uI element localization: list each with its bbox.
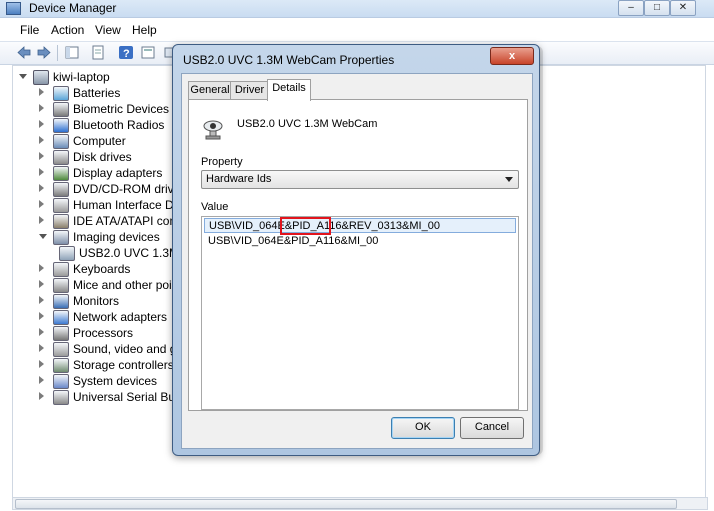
biometric-icon [53, 102, 69, 117]
dialog-close-button[interactable]: x [490, 47, 534, 65]
dialog-body: General Driver Details USB2.0 UVC 1.3M W… [181, 73, 533, 449]
details-panel: USB2.0 UVC 1.3M WebCam Property Hardware… [188, 99, 528, 411]
dvd-drive-icon [53, 182, 69, 197]
tree-item-label: Keyboards [73, 262, 131, 276]
battery-icon [53, 86, 69, 101]
tree-root-label: kiwi-laptop [53, 70, 110, 84]
display-adapter-icon [53, 166, 69, 181]
expand-arrow-icon[interactable] [39, 392, 44, 400]
camera-icon [53, 230, 69, 245]
ok-button[interactable]: OK [391, 417, 455, 439]
svg-text:?: ? [123, 48, 130, 60]
usb-icon [53, 390, 69, 405]
property-dropdown[interactable]: Hardware Ids [201, 170, 519, 189]
expand-arrow-icon[interactable] [39, 344, 44, 352]
horizontal-scrollbar[interactable] [12, 497, 708, 510]
bluetooth-icon [53, 118, 69, 133]
expand-arrow-icon[interactable] [39, 328, 44, 336]
expand-arrow-icon[interactable] [39, 296, 44, 304]
tab-general[interactable]: General [188, 81, 232, 100]
expand-arrow-icon[interactable] [39, 168, 44, 176]
collapse-arrow-icon[interactable] [39, 234, 47, 239]
back-arrow-icon[interactable] [16, 45, 32, 60]
expand-arrow-icon[interactable] [39, 280, 44, 288]
tab-driver[interactable]: Driver [230, 81, 269, 100]
tree-item-label: DVD/CD-ROM drives [73, 182, 187, 196]
expand-arrow-icon[interactable] [39, 184, 44, 192]
window-title: Device Manager [29, 1, 117, 15]
tree-item-label: Computer [73, 134, 126, 148]
properties-dialog: USB2.0 UVC 1.3M WebCam Properties x Gene… [172, 44, 540, 456]
tree-item-label: Processors [73, 326, 134, 340]
value-row-text: USB\VID_064E&PID_A116&MI_00 [208, 235, 379, 247]
expand-arrow-icon[interactable] [39, 376, 44, 384]
tree-item-label: Display adapters [73, 166, 163, 180]
menu-action[interactable]: Action [51, 23, 84, 37]
storage-icon [53, 358, 69, 373]
forward-arrow-icon[interactable] [36, 45, 52, 60]
tree-item-label: Imaging devices [73, 230, 160, 244]
device-name: USB2.0 UVC 1.3M WebCam [237, 118, 378, 130]
sound-icon [53, 342, 69, 357]
expand-arrow-icon[interactable] [39, 120, 44, 128]
menu-bar: File Action View Help [0, 20, 714, 40]
menu-help[interactable]: Help [132, 23, 157, 37]
network-icon [53, 310, 69, 325]
tab-details[interactable]: Details [267, 79, 311, 101]
expand-arrow-icon[interactable] [39, 152, 44, 160]
keyboard-icon [53, 262, 69, 277]
expand-arrow-icon[interactable] [39, 360, 44, 368]
scrollbar-thumb[interactable] [15, 499, 677, 509]
tree-item-label: Monitors [73, 294, 120, 308]
value-row[interactable]: USB\VID_064E&PID_A116&REV_0313&MI_00 [204, 217, 516, 235]
chevron-down-icon [505, 177, 513, 182]
device-manager-icon [6, 2, 21, 15]
collapse-arrow-icon[interactable] [19, 74, 27, 79]
hid-icon [53, 198, 69, 213]
maximize-button[interactable]: □ [644, 0, 670, 16]
tree-item-label: Bluetooth Radios [73, 118, 165, 132]
expand-arrow-icon[interactable] [39, 264, 44, 272]
system-device-icon [53, 374, 69, 389]
tree-item-label: System devices [73, 374, 158, 388]
help-icon[interactable]: ? [118, 45, 134, 60]
window-close-button[interactable]: ✕ [670, 0, 696, 16]
expand-arrow-icon[interactable] [39, 216, 44, 224]
webcam-icon [59, 246, 75, 261]
expand-arrow-icon[interactable] [39, 88, 44, 96]
property-dropdown-value: Hardware Ids [206, 173, 272, 185]
tree-item-label: Network adapters [73, 310, 168, 324]
tree-item-label: Storage controllers [73, 358, 174, 372]
monitor-icon [53, 294, 69, 309]
expand-arrow-icon[interactable] [39, 200, 44, 208]
tree-item-label: Biometric Devices [73, 102, 170, 116]
tree-item-label: Batteries [73, 86, 121, 100]
disk-drive-icon [53, 150, 69, 165]
menu-view[interactable]: View [95, 23, 121, 37]
value-row[interactable]: USB\VID_064E&PID_A116&MI_00 [204, 234, 516, 249]
show-hide-tree-icon[interactable] [64, 45, 80, 60]
view-icon[interactable] [140, 45, 156, 60]
tree-item-label: Disk drives [73, 150, 132, 164]
pid-highlight-box [280, 217, 331, 235]
menu-file[interactable]: File [20, 23, 39, 37]
minimize-button[interactable]: – [618, 0, 644, 16]
properties-icon[interactable] [90, 45, 106, 60]
processor-icon [53, 326, 69, 341]
value-list[interactable]: USB\VID_064E&PID_A116&REV_0313&MI_00 USB… [201, 216, 519, 410]
value-label: Value [201, 201, 229, 213]
mouse-icon [53, 278, 69, 293]
webcam-icon [201, 118, 225, 140]
computer-icon [53, 134, 69, 149]
laptop-icon [33, 70, 49, 85]
cancel-button[interactable]: Cancel [460, 417, 524, 439]
property-label: Property [201, 156, 243, 168]
toolbar-separator [57, 45, 58, 61]
ide-controller-icon [53, 214, 69, 229]
expand-arrow-icon[interactable] [39, 312, 44, 320]
expand-arrow-icon[interactable] [39, 104, 44, 112]
expand-arrow-icon[interactable] [39, 136, 44, 144]
window-titlebar[interactable]: Device Manager – □ ✕ [0, 0, 714, 18]
dialog-title: USB2.0 UVC 1.3M WebCam Properties [183, 53, 395, 67]
